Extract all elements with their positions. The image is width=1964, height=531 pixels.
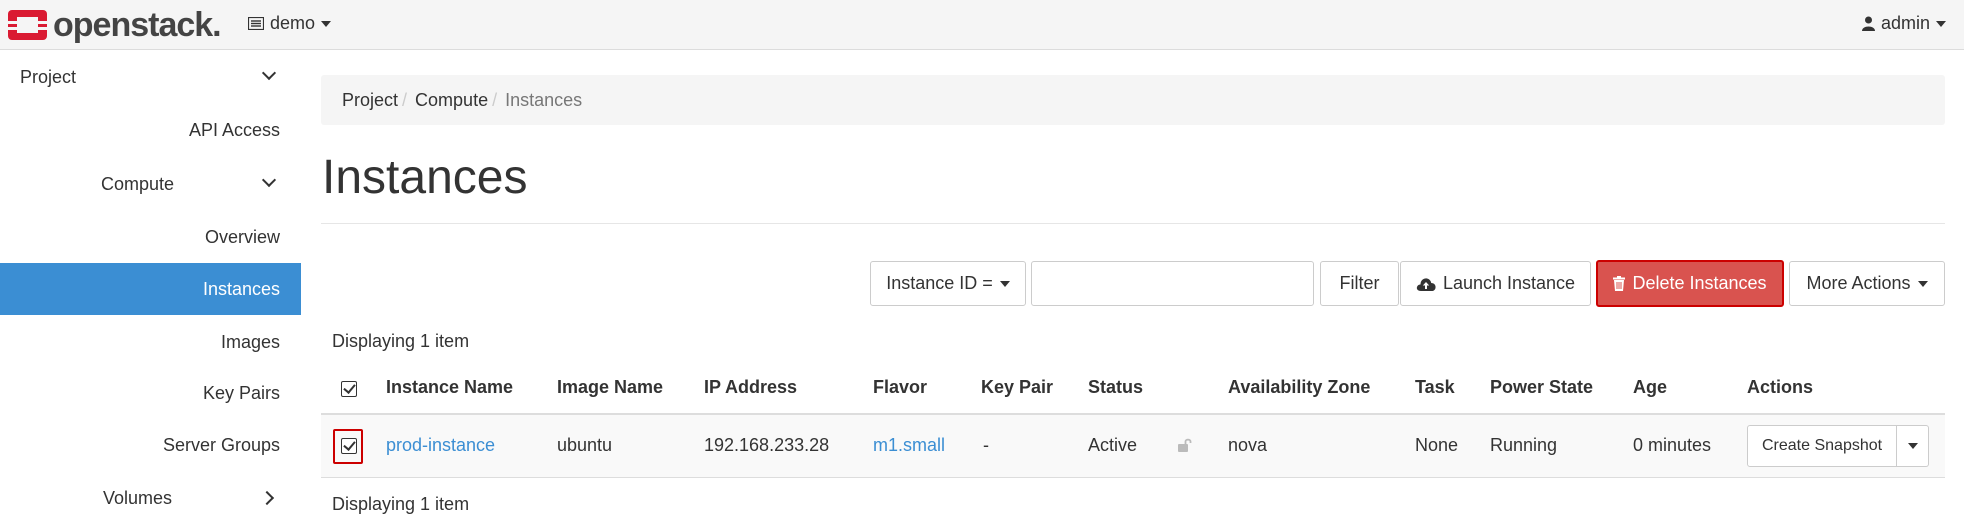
divider bbox=[321, 223, 1945, 224]
sidebar-item-instances[interactable]: Instances bbox=[0, 263, 301, 315]
column-header-flavor[interactable]: Flavor bbox=[873, 377, 927, 398]
sidebar-item-label: Compute bbox=[101, 173, 175, 194]
create-snapshot-button[interactable]: Create Snapshot bbox=[1747, 425, 1898, 467]
instance-name-link[interactable]: prod-instance bbox=[386, 435, 495, 456]
sidebar-item-volumes[interactable]: Volumes bbox=[0, 472, 301, 524]
column-header-key-pair[interactable]: Key Pair bbox=[981, 377, 1053, 398]
sidebar-item-server-groups[interactable]: Server Groups bbox=[0, 419, 301, 471]
sidebar-item-project[interactable]: Project bbox=[0, 51, 301, 103]
item-count-bottom: Displaying 1 item bbox=[332, 494, 470, 514]
breadcrumb-instances: Instances bbox=[505, 89, 583, 110]
column-header-task[interactable]: Task bbox=[1415, 377, 1455, 398]
sidebar-item-label: Server Groups bbox=[162, 434, 280, 455]
flavor-link[interactable]: m1.small bbox=[873, 435, 945, 456]
brand-name: openstack. bbox=[53, 5, 222, 44]
column-header-instance-name[interactable]: Instance Name bbox=[386, 377, 513, 398]
launch-instance-label: Launch Instance bbox=[1442, 273, 1576, 293]
sidebar: Project API Access Compute Overview Inst… bbox=[0, 51, 301, 531]
chevron-down-icon bbox=[261, 172, 277, 188]
cloud-upload-icon bbox=[1416, 277, 1436, 291]
caret-down-icon bbox=[1917, 280, 1928, 287]
sidebar-item-label: Volumes bbox=[103, 487, 173, 508]
user-icon bbox=[1861, 16, 1875, 31]
more-actions-button[interactable]: More Actions bbox=[1789, 261, 1945, 306]
breadcrumb-separator: / bbox=[492, 89, 498, 110]
key-pair-cell: - bbox=[983, 435, 989, 455]
caret-down-icon bbox=[1907, 443, 1918, 449]
sidebar-item-compute[interactable]: Compute bbox=[0, 158, 301, 210]
row-actions-dropdown-toggle[interactable] bbox=[1897, 425, 1930, 467]
delete-instances-label: Delete Instances bbox=[1632, 273, 1767, 293]
table-row-divider bbox=[321, 477, 1945, 478]
status-cell: Active bbox=[1088, 435, 1138, 455]
caret-down-icon bbox=[321, 20, 332, 27]
breadcrumb-compute[interactable]: Compute bbox=[415, 90, 488, 111]
column-header-power-state[interactable]: Power State bbox=[1490, 377, 1593, 398]
power-state-cell: Running bbox=[1490, 435, 1558, 455]
column-header-ip-address[interactable]: IP Address bbox=[704, 377, 797, 398]
openstack-logo-icon bbox=[6, 10, 49, 40]
filter-field-label: Instance ID = bbox=[886, 273, 993, 293]
sidebar-item-label: Key Pairs bbox=[202, 382, 280, 403]
sidebar-item-api-access[interactable]: API Access bbox=[0, 104, 301, 156]
page-title: Instances bbox=[322, 151, 528, 204]
chevron-right-icon bbox=[259, 490, 275, 506]
row-actions-split-button: Create Snapshot bbox=[1747, 425, 1930, 467]
task-cell: None bbox=[1415, 435, 1459, 455]
sidebar-item-key-pairs[interactable]: Key Pairs bbox=[0, 367, 301, 419]
project-name: demo bbox=[270, 13, 316, 33]
sidebar-item-label: Instances bbox=[202, 278, 280, 299]
sidebar-item-label: Images bbox=[220, 331, 280, 352]
delete-instances-button[interactable]: Delete Instances bbox=[1596, 260, 1784, 307]
item-count-top: Displaying 1 item bbox=[332, 331, 470, 351]
select-all-checkbox[interactable] bbox=[341, 381, 357, 397]
sidebar-item-overview[interactable]: Overview bbox=[0, 211, 301, 263]
ip-address-cell: 192.168.233.28 bbox=[704, 435, 830, 455]
availability-zone-cell: nova bbox=[1228, 435, 1268, 455]
unlock-icon bbox=[1178, 438, 1192, 452]
sidebar-item-label: API Access bbox=[188, 119, 280, 140]
filter-field-select[interactable]: Instance ID = bbox=[870, 261, 1026, 306]
image-name-cell: ubuntu bbox=[557, 435, 613, 455]
breadcrumb: Project / Compute / Instances bbox=[321, 75, 1945, 125]
chevron-down-icon bbox=[261, 65, 277, 81]
caret-down-icon bbox=[1936, 20, 1946, 27]
filter-button-label: Filter bbox=[1339, 273, 1380, 293]
top-navbar: openstack. demo admin bbox=[0, 0, 1964, 50]
column-header-actions: Actions bbox=[1747, 377, 1814, 397]
launch-instance-button[interactable]: Launch Instance bbox=[1400, 261, 1591, 306]
user-name: admin bbox=[1880, 13, 1930, 33]
sidebar-item-label: Overview bbox=[204, 226, 280, 247]
list-icon bbox=[248, 17, 264, 30]
filter-button[interactable]: Filter bbox=[1320, 261, 1399, 306]
more-actions-label: More Actions bbox=[1806, 273, 1911, 293]
column-header-availability-zone[interactable]: Availability Zone bbox=[1228, 377, 1370, 398]
age-cell: 0 minutes bbox=[1633, 435, 1712, 455]
sidebar-item-images[interactable]: Images bbox=[0, 316, 301, 368]
column-header-image-name[interactable]: Image Name bbox=[557, 377, 663, 398]
caret-down-icon bbox=[999, 280, 1010, 287]
filter-input[interactable] bbox=[1031, 261, 1314, 306]
column-header-age[interactable]: Age bbox=[1633, 377, 1667, 398]
column-header-status[interactable]: Status bbox=[1088, 377, 1143, 398]
row-select-checkbox[interactable] bbox=[341, 438, 357, 454]
trash-icon bbox=[1613, 276, 1626, 291]
project-selector[interactable]: demo bbox=[248, 13, 332, 34]
breadcrumb-project[interactable]: Project bbox=[342, 90, 398, 111]
user-menu[interactable]: admin bbox=[1861, 13, 1946, 34]
sidebar-item-label: Project bbox=[20, 66, 77, 87]
breadcrumb-separator: / bbox=[402, 89, 408, 110]
openstack-logo[interactable]: openstack. bbox=[6, 5, 222, 45]
